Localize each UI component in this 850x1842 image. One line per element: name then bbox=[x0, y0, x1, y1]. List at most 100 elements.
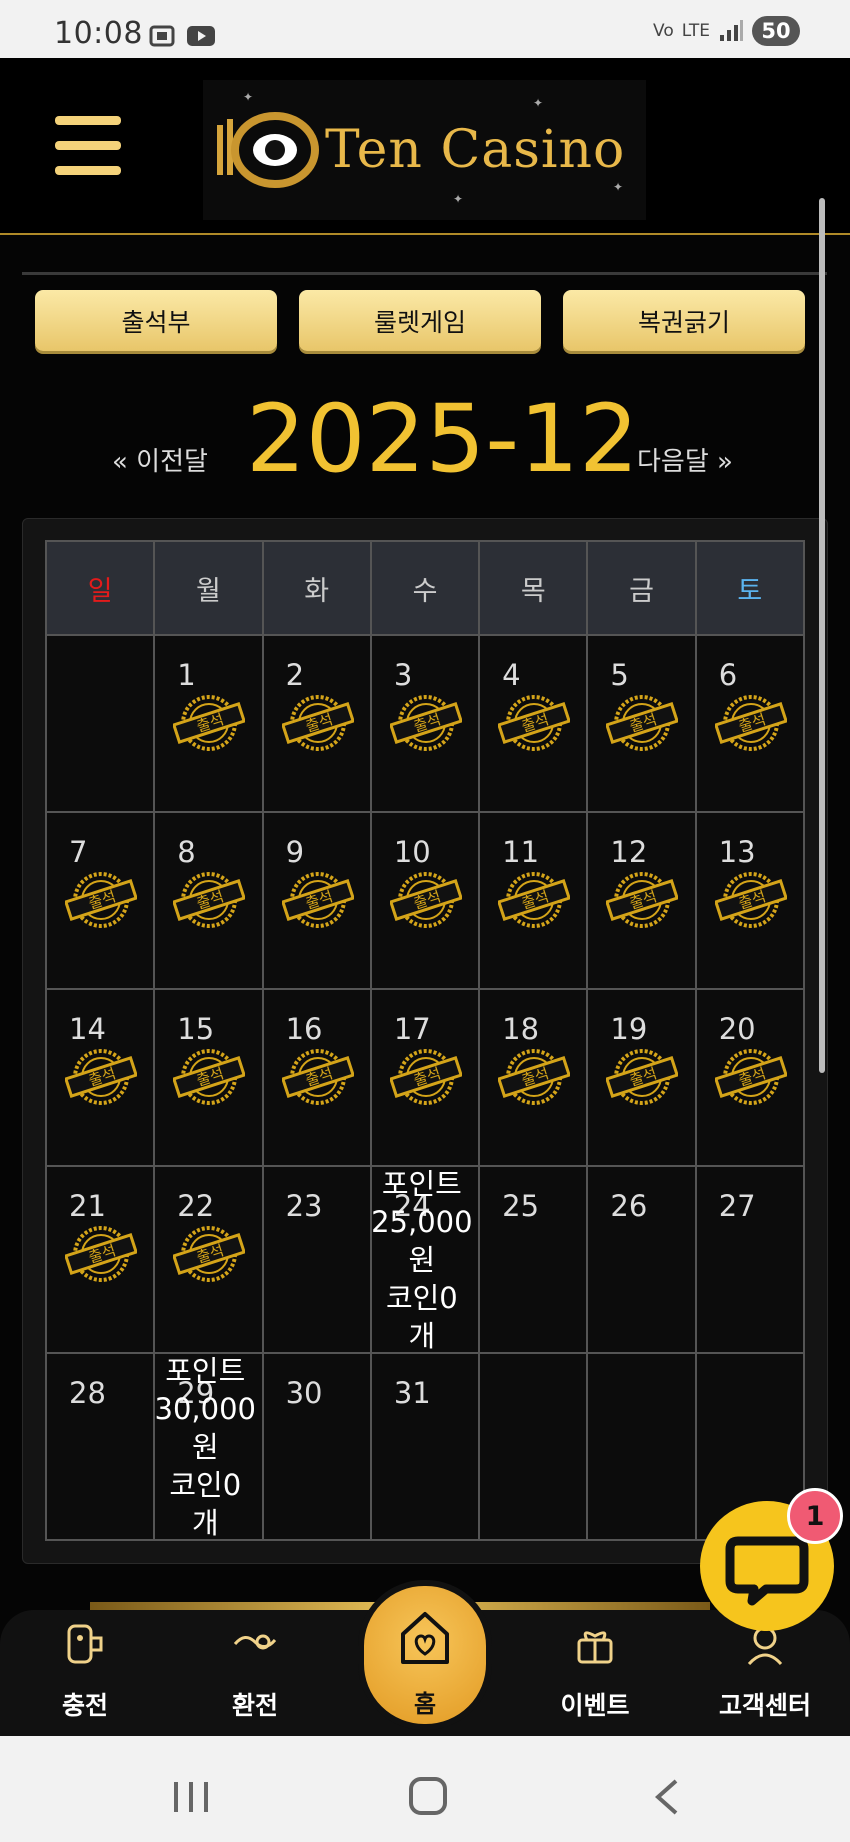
calendar-day-cell[interactable]: 9 출석 bbox=[261, 811, 372, 990]
calendar-day-cell[interactable]: 3 출석 bbox=[369, 634, 481, 813]
charge-icon bbox=[67, 1624, 103, 1664]
volte-icon: Vo bbox=[653, 21, 674, 41]
scrollbar[interactable] bbox=[819, 198, 825, 1073]
calendar-day-cell[interactable]: 22 출석 bbox=[153, 1165, 264, 1354]
calendar-day-cell[interactable]: 15 출석 bbox=[153, 988, 264, 1167]
attendance-stamp: 출석 bbox=[372, 636, 478, 811]
calendar-day-cell[interactable]: 28 bbox=[44, 1352, 156, 1541]
calendar-day-cell[interactable]: 30 bbox=[261, 1352, 372, 1541]
calendar-day-cell[interactable]: 11 출석 bbox=[478, 811, 589, 990]
day-number: 30 bbox=[285, 1376, 323, 1410]
attendance-stamp: 출석 bbox=[155, 636, 261, 811]
day-number: 25 bbox=[502, 1189, 540, 1223]
calendar-day-cell[interactable]: 24 포인트 25,000 원 코인0 개 bbox=[369, 1165, 481, 1354]
attendance-stamp: 출석 bbox=[697, 813, 803, 988]
menu-icon[interactable] bbox=[55, 116, 121, 176]
signal-icon bbox=[720, 20, 743, 41]
weekday-6: 토 bbox=[694, 540, 806, 636]
calendar-day-cell[interactable]: 31 bbox=[369, 1352, 481, 1541]
site-logo[interactable]: ✦ ✦ ✦ ✦ Ten Casino bbox=[203, 80, 646, 220]
weekday-3: 수 bbox=[369, 540, 481, 636]
home-icon[interactable] bbox=[408, 1776, 448, 1816]
tab-roulette[interactable]: 룰렛게임 bbox=[299, 290, 541, 351]
calendar-day-cell[interactable]: 4 출석 bbox=[478, 634, 589, 813]
home-heart-icon bbox=[401, 1612, 449, 1664]
app-root: { "status_bar": { "time": "10:08", "netw… bbox=[0, 0, 850, 1842]
attendance-stamp: 출석 bbox=[155, 813, 261, 988]
sparkle-icon: ✦ bbox=[613, 180, 624, 194]
calendar-day-cell[interactable]: 29 포인트 30,000 원 코인0 개 bbox=[153, 1352, 264, 1541]
nav-event[interactable]: 이벤트 bbox=[530, 1610, 660, 1736]
logo-eye-icon bbox=[217, 112, 319, 188]
nav-home-button[interactable]: 홈 bbox=[358, 1580, 492, 1730]
nav-exchange[interactable]: 환전 bbox=[190, 1610, 320, 1736]
attendance-stamp: 출석 bbox=[264, 813, 370, 988]
attendance-stamp: 출석 bbox=[47, 1167, 153, 1352]
attendance-stamp: 출석 bbox=[47, 990, 153, 1165]
weekday-header: 일월화수목금토 bbox=[44, 540, 806, 636]
prev-month-link[interactable]: « 이전달 bbox=[112, 441, 208, 478]
calendar-day-cell[interactable]: 26 bbox=[586, 1165, 697, 1354]
exchange-icon bbox=[233, 1634, 277, 1650]
status-time: 10:08 bbox=[54, 16, 143, 51]
calendar-day-cell[interactable]: 19 출석 bbox=[586, 988, 697, 1167]
calendar-day-cell[interactable]: 21 출석 bbox=[44, 1165, 156, 1354]
nav-home-label: 홈 bbox=[413, 1690, 437, 1718]
chat-unread-badge: 1 bbox=[787, 1488, 843, 1544]
calendar-day-cell[interactable]: 27 bbox=[694, 1165, 806, 1354]
day-number: 27 bbox=[718, 1189, 756, 1223]
calendar-day-cell[interactable]: 7 출석 bbox=[44, 811, 156, 990]
back-icon[interactable] bbox=[652, 1778, 682, 1816]
gift-icon bbox=[577, 1631, 613, 1664]
status-icons bbox=[148, 24, 216, 48]
calendar-day-cell[interactable]: 12 출석 bbox=[586, 811, 697, 990]
attendance-stamp: 출석 bbox=[588, 990, 694, 1165]
weekday-4: 목 bbox=[478, 540, 589, 636]
calendar-day-cell[interactable]: 16 출석 bbox=[261, 988, 372, 1167]
attendance-stamp: 출석 bbox=[588, 813, 694, 988]
calendar-day-cell[interactable]: 18 출석 bbox=[478, 988, 589, 1167]
calendar-day-cell[interactable]: 6 출석 bbox=[694, 634, 806, 813]
status-right: Vo LTE 50 bbox=[653, 16, 800, 46]
current-month: 2025-12 bbox=[246, 385, 639, 494]
calendar-day-cell[interactable]: 25 bbox=[478, 1165, 589, 1354]
logo-text: Ten Casino bbox=[325, 120, 626, 180]
calendar-day-cell[interactable]: 8 출석 bbox=[153, 811, 264, 990]
weekday-2: 화 bbox=[261, 540, 372, 636]
nav-charge[interactable]: 충전 bbox=[20, 1610, 150, 1736]
weekday-5: 금 bbox=[586, 540, 697, 636]
calendar-day-cell[interactable]: 1 출석 bbox=[153, 634, 264, 813]
calendar-day-cell[interactable]: 17 출석 bbox=[369, 988, 481, 1167]
calendar-day-cell[interactable]: 10 출석 bbox=[369, 811, 481, 990]
attendance-stamp: 출석 bbox=[47, 813, 153, 988]
calendar-day-cell[interactable]: 14 출석 bbox=[44, 988, 156, 1167]
calendar-week: 7 출석 8 출석 9 출석 10 출석 11 출석 12 출석 13 출석 bbox=[44, 811, 806, 990]
attendance-stamp: 출석 bbox=[372, 990, 478, 1165]
calendar-day-cell[interactable]: 2 출석 bbox=[261, 634, 372, 813]
day-number: 26 bbox=[610, 1189, 648, 1223]
network-label: LTE bbox=[681, 21, 710, 41]
nav-exchange-label: 환전 bbox=[231, 1691, 278, 1720]
nav-event-label: 이벤트 bbox=[560, 1691, 630, 1720]
next-month-link[interactable]: 다음달 » bbox=[637, 441, 733, 478]
weekday-1: 월 bbox=[153, 540, 264, 636]
tab-lottery[interactable]: 복권긁기 bbox=[563, 290, 805, 351]
weekday-0: 일 bbox=[44, 540, 156, 636]
calendar-day-cell[interactable]: 23 bbox=[261, 1165, 372, 1354]
attendance-stamp: 출석 bbox=[588, 636, 694, 811]
attendance-stamp: 출석 bbox=[480, 990, 586, 1165]
calendar-day-cell[interactable]: 20 출석 bbox=[694, 988, 806, 1167]
recent-apps-icon[interactable] bbox=[172, 1780, 212, 1814]
attendance-stamp: 출석 bbox=[264, 636, 370, 811]
section-divider bbox=[22, 272, 827, 275]
system-nav-bar bbox=[0, 1736, 850, 1842]
youtube-icon bbox=[187, 26, 215, 46]
attendance-stamp: 출석 bbox=[372, 813, 478, 988]
calendar-day-cell[interactable]: 5 출석 bbox=[586, 634, 697, 813]
calendar-day-cell bbox=[586, 1352, 697, 1541]
day-number: 28 bbox=[69, 1376, 106, 1410]
calendar-day-cell[interactable]: 13 출석 bbox=[694, 811, 806, 990]
calendar-day-cell bbox=[478, 1352, 589, 1541]
tab-attendance[interactable]: 출석부 bbox=[35, 290, 277, 351]
sparkle-icon: ✦ bbox=[533, 96, 544, 110]
